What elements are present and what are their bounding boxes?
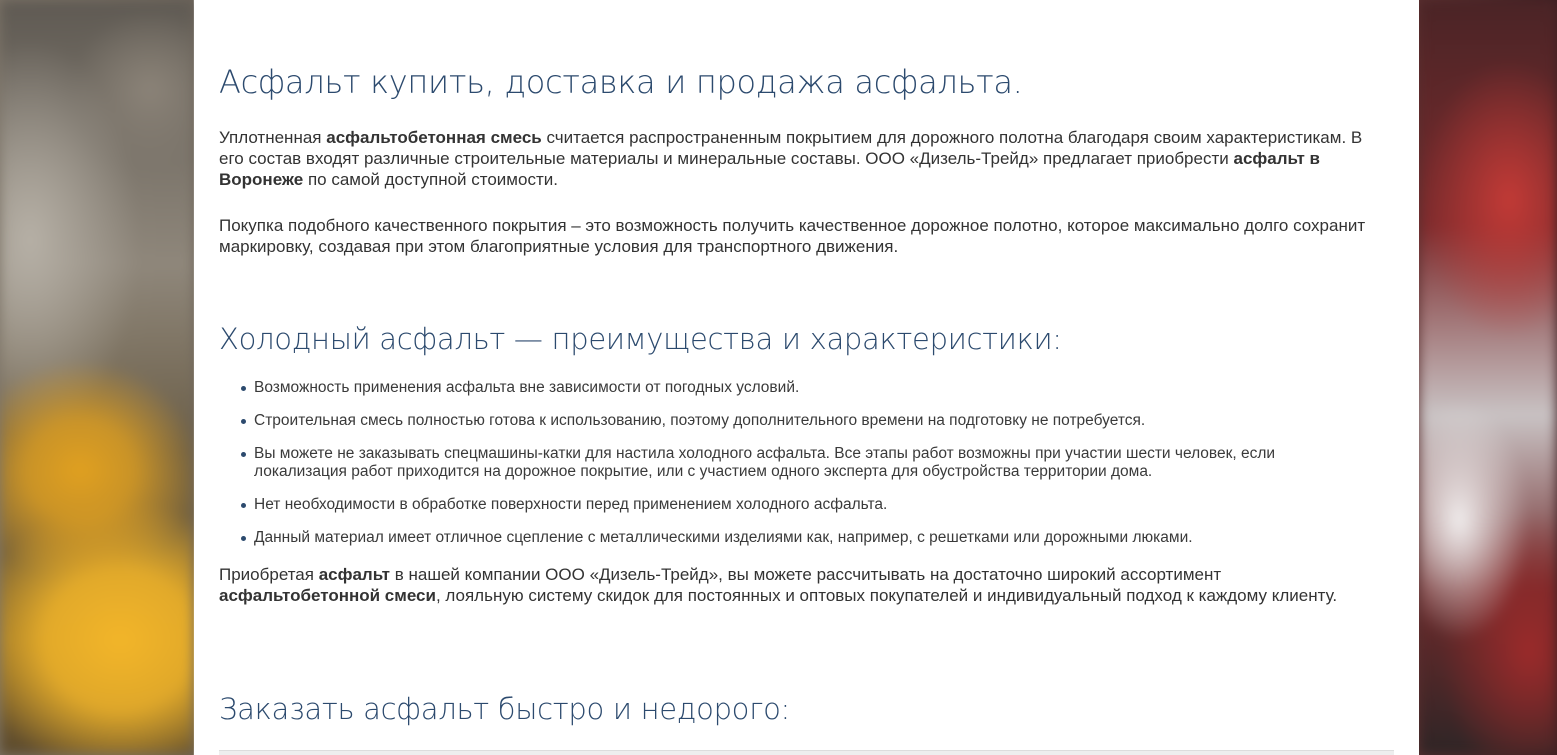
list-item-text: Данный материал имеет отличное сцепление… xyxy=(254,529,1193,546)
intro-bold-mix: асфальтобетонная смесь xyxy=(326,128,542,147)
bullet-icon xyxy=(241,386,246,391)
intro-text: Уплотненная xyxy=(219,128,327,147)
background-photo-right xyxy=(1419,0,1557,755)
bullet-icon xyxy=(241,452,246,457)
list-item-text: Строительная смесь полностью готова к ис… xyxy=(254,412,1146,429)
closing-bold-mix: асфальтобетонной смеси xyxy=(219,586,436,605)
section-heading-cold-asphalt: Холодный асфальт — преимущества и характ… xyxy=(219,322,1062,356)
bullet-icon xyxy=(241,536,246,541)
closing-text: в нашей компании ООО «Дизель-Трейд», вы … xyxy=(390,565,1222,584)
closing-text: , лояльную систему скидок для постоянных… xyxy=(435,586,1338,605)
closing-paragraph: Приобретая асфальт в нашей компании ООО … xyxy=(219,564,1369,606)
advantages-list: Возможность применения асфальта вне зави… xyxy=(219,379,1369,562)
bullet-icon xyxy=(241,419,246,424)
intro-paragraph-2: Покупка подобного качественного покрытия… xyxy=(219,216,1366,256)
list-item-text: Вы можете не заказывать спецмашины-катки… xyxy=(254,445,1276,480)
page-title: Асфальт купить, доставка и продажа асфал… xyxy=(219,63,1023,101)
list-item-text: Нет необходимости в обработке поверхност… xyxy=(254,496,888,513)
closing-text: Приобретая xyxy=(219,565,319,584)
bullet-icon xyxy=(241,503,246,508)
list-item: Возможность применения асфальта вне зави… xyxy=(219,379,1369,397)
list-item: Нет необходимости в обработке поверхност… xyxy=(219,496,1369,514)
intro-paragraph-1: Уплотненная асфальтобетонная смесь счита… xyxy=(219,127,1369,190)
list-item: Строительная смесь полностью готова к ис… xyxy=(219,412,1369,430)
order-form-box xyxy=(219,750,1394,755)
content-panel: Асфальт купить, доставка и продажа асфал… xyxy=(194,0,1419,755)
list-item-text: Возможность применения асфальта вне зави… xyxy=(254,379,800,396)
section-heading-order: Заказать асфальт быстро и недорого: xyxy=(219,692,790,726)
list-item: Вы можете не заказывать спецмашины-катки… xyxy=(219,445,1369,481)
closing-bold-asphalt: асфальт xyxy=(318,565,391,584)
intro-text: по самой доступной стоимости. xyxy=(303,170,558,189)
background-photo-left xyxy=(0,0,194,755)
list-item: Данный материал имеет отличное сцепление… xyxy=(219,529,1369,547)
